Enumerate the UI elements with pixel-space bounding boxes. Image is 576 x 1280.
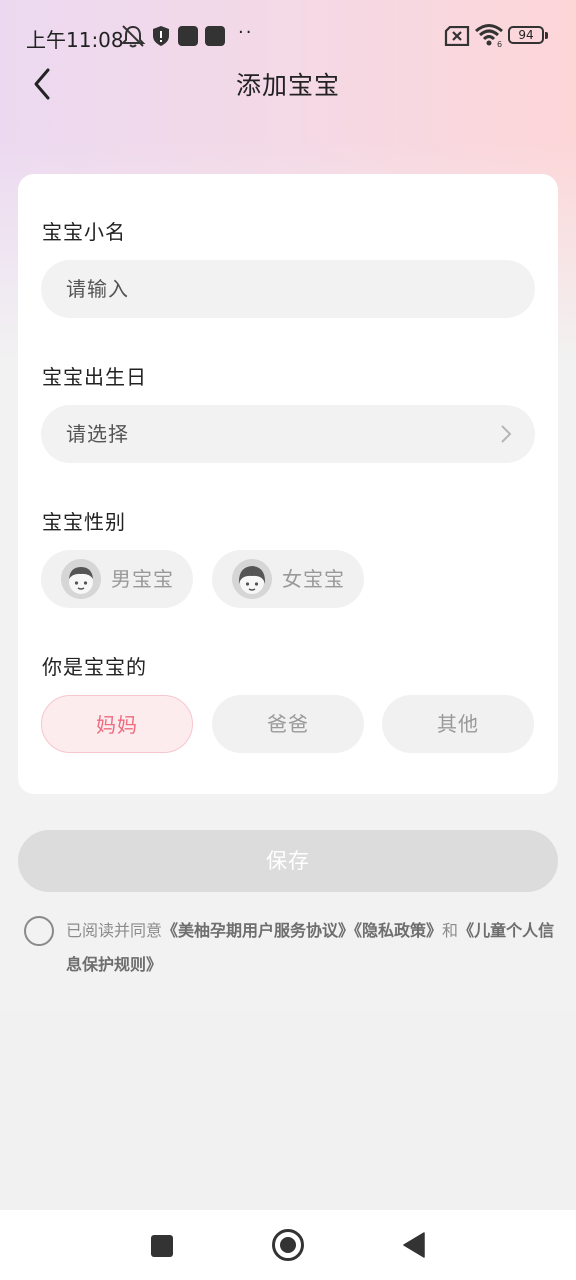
save-button[interactable]: 保存	[18, 830, 558, 892]
sim-error-icon	[444, 26, 470, 46]
back-triangle-icon[interactable]	[402, 1232, 426, 1258]
gender-option-girl[interactable]: 女宝宝	[212, 550, 364, 608]
birthday-placeholder: 请选择	[66, 422, 129, 446]
more-notifications-dots: ··	[238, 22, 254, 43]
recent-apps-icon[interactable]	[151, 1235, 173, 1257]
notification-square-icon	[205, 26, 225, 46]
status-time: 上午11:08	[26, 28, 124, 52]
gender-option-boy[interactable]: 男宝宝	[41, 550, 193, 608]
relation-option-mom[interactable]: 妈妈	[41, 695, 193, 753]
agreement-text: 已阅读并同意《美柚孕期用户服务协议》《隐私政策》和《儿童个人信息保护规则》	[66, 914, 556, 982]
relation-option-other[interactable]: 其他	[382, 695, 534, 753]
girl-avatar-icon	[232, 559, 272, 599]
gender-label: 宝宝性别	[42, 510, 126, 534]
svg-text:6: 6	[497, 40, 502, 48]
agreement-checkbox[interactable]	[24, 916, 54, 946]
agreement-prefix: 已阅读并同意	[66, 921, 163, 940]
boy-avatar-icon	[61, 559, 101, 599]
relation-option-dad[interactable]: 爸爸	[212, 695, 364, 753]
system-navigation-bar	[0, 1210, 576, 1280]
wifi-icon: 6	[475, 24, 503, 48]
battery-icon: 94	[508, 26, 548, 44]
notification-square-icon	[178, 26, 198, 46]
privacy-policy-link[interactable]: 《隐私政策》	[354, 921, 442, 940]
baby-info-card: 宝宝小名 请输入 宝宝出生日 请选择 宝宝性别 男宝宝 女宝宝 你是宝宝的 妈妈…	[18, 174, 558, 794]
shield-icon	[153, 26, 169, 46]
agreement-and: 和	[442, 921, 459, 940]
nickname-label: 宝宝小名	[42, 220, 126, 244]
chevron-right-icon	[501, 425, 512, 443]
nickname-input[interactable]: 请输入	[41, 260, 535, 318]
bell-off-icon	[120, 25, 146, 48]
user-agreement-link[interactable]: 《美柚孕期用户服务协议》	[162, 921, 354, 940]
birthday-picker[interactable]: 请选择	[41, 405, 535, 463]
page-title: 添加宝宝	[235, 71, 340, 100]
status-bar: 上午11:08 ·· 6 94	[0, 0, 576, 72]
gender-option-boy-label: 男宝宝	[111, 567, 174, 591]
add-baby-screen: 上午11:08 ·· 6 94 添加宝宝 宝宝小名 请输入 宝宝出生日 请选择 …	[0, 0, 576, 1280]
gender-option-girl-label: 女宝宝	[282, 567, 345, 591]
empty-area	[0, 1010, 576, 1210]
home-icon[interactable]	[272, 1229, 304, 1261]
birthday-label: 宝宝出生日	[42, 365, 147, 389]
relation-label: 你是宝宝的	[42, 655, 147, 679]
